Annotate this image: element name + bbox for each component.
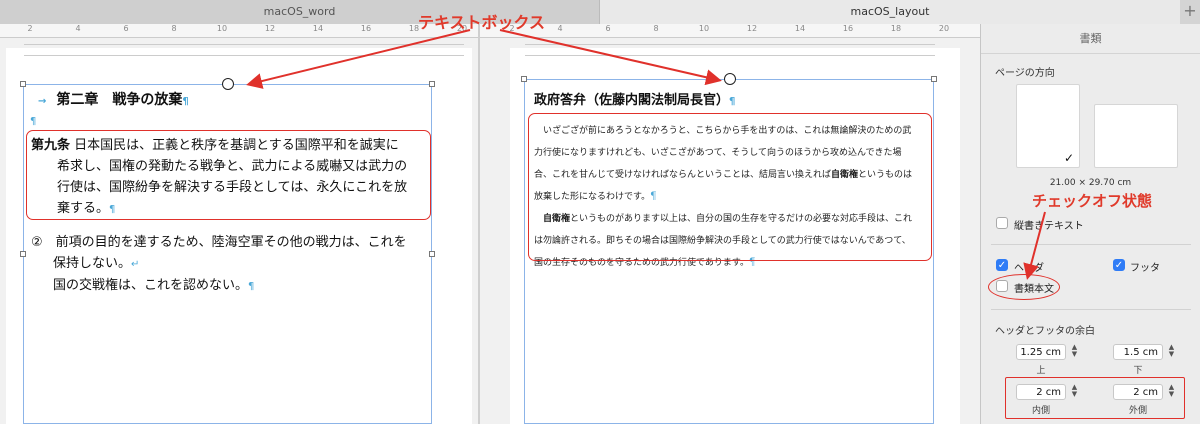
checkmark-icon: ✓ [1063, 151, 1074, 165]
vertical-text-checkbox[interactable] [996, 217, 1008, 229]
ruler-number: 2 [27, 24, 33, 33]
resize-handle[interactable] [429, 81, 435, 87]
highlight-article-9 [26, 130, 431, 220]
header-label: ヘッダ [1014, 263, 1044, 274]
rotation-handle[interactable] [724, 73, 736, 85]
line-break-mark: ↵ [131, 259, 140, 270]
stepper-arrows-icon[interactable]: ▲ ▼ [1070, 344, 1079, 360]
page-size-readout: 21.00 × 29.70 cm [1049, 178, 1132, 188]
ruler-number: 4 [557, 24, 563, 33]
ruler-number: 12 [264, 24, 276, 33]
add-tab-button[interactable]: + [1180, 0, 1200, 24]
orientation-label: ページの方向 [995, 68, 1055, 79]
horizontal-ruler[interactable]: 2 4 6 8 10 12 14 16 18 20 [480, 24, 980, 38]
highlight-inner-outer-margins [1005, 377, 1185, 419]
ruler-number: 10 [216, 24, 228, 33]
resize-handle[interactable] [20, 251, 26, 257]
paragraph-mark: ¶ [30, 116, 37, 127]
section-divider [991, 309, 1191, 310]
item-text-line: 国の交戦権は、これを認めない。 [53, 278, 249, 293]
horizontal-ruler[interactable]: 2 4 6 8 10 12 14 16 18 20 [0, 24, 478, 38]
portrait-orientation-button[interactable]: ✓ [1016, 84, 1080, 168]
tab-bar: macOS_word macOS_layout + [0, 0, 1200, 24]
paragraph-mark: ¶ [729, 96, 736, 107]
ruler-number: 14 [312, 24, 324, 33]
header-top-margin-field[interactable]: 1.25 cm [1016, 344, 1066, 360]
article-9-item-2: ② 前項の目的を達するため、陸海空軍その他の戦力は、これを 保持しない。↵ 国の… [31, 232, 427, 297]
item-text-line: ② 前項の目的を達するため、陸海空軍その他の戦力は、これを [31, 235, 407, 250]
ruler-number: 18 [890, 24, 902, 33]
header-band [525, 44, 935, 56]
title-text: 政府答弁（佐藤内閣法制局長官） [534, 93, 730, 108]
footer-label: フッタ [1130, 263, 1160, 274]
header-band [24, 44, 464, 56]
highlight-government-answer [528, 113, 932, 261]
highlight-document-body-checkbox [988, 274, 1060, 300]
resize-handle[interactable] [931, 76, 937, 82]
tab-macos-layout[interactable]: macOS_layout [600, 0, 1180, 24]
resize-handle[interactable] [521, 76, 527, 82]
tab-mark: → [38, 96, 47, 107]
app-window: macOS_word macOS_layout + 2 4 6 8 10 12 … [0, 0, 1200, 424]
ruler-number: 8 [653, 24, 659, 33]
ruler-number: 8 [171, 24, 177, 33]
paragraph-mark: ¶ [182, 96, 189, 107]
ruler-number: 6 [605, 24, 611, 33]
header-footer-margin-label: ヘッダとフッタの余白 [995, 326, 1095, 337]
ruler-number: 4 [75, 24, 81, 33]
vertical-text-label: 縦書きテキスト [1014, 221, 1084, 232]
ruler-number: 20 [938, 24, 950, 33]
inspector-title: 書類 [981, 24, 1200, 54]
top-caption: 上 [1036, 366, 1046, 376]
annotation-check-off: チェックオフ状態 [1032, 192, 1153, 210]
item-text-line: 保持しない。 [53, 256, 132, 271]
resize-handle[interactable] [429, 251, 435, 257]
annotation-textbox: テキストボックス [418, 13, 546, 32]
government-answer-title: 政府答弁（佐藤内閣法制局長官）¶ [534, 89, 735, 108]
ruler-number: 10 [698, 24, 710, 33]
resize-handle[interactable] [20, 81, 26, 87]
rotation-handle[interactable] [222, 78, 234, 90]
section-divider [991, 244, 1191, 245]
chapter-heading: → 第二章 戦争の放棄¶ [38, 89, 189, 109]
footer-bottom-margin-field[interactable]: 1.5 cm [1113, 344, 1163, 360]
ruler-number: 16 [842, 24, 854, 33]
paragraph-mark: ¶ [248, 281, 255, 292]
header-checkbox[interactable]: ✓ [996, 259, 1008, 271]
stepper-arrows-icon[interactable]: ▲ ▼ [1167, 344, 1176, 360]
ruler-number: 14 [794, 24, 806, 33]
footer-checkbox[interactable]: ✓ [1113, 259, 1125, 271]
landscape-orientation-button[interactable] [1094, 104, 1178, 168]
ruler-number: 16 [360, 24, 372, 33]
chapter-title: 第二章 戦争の放棄 [56, 92, 183, 108]
document-inspector: 書類 ページの方向 ✓ 21.00 × 29.70 cm 縦書きテキスト ✓ ヘ… [980, 24, 1200, 424]
ruler-number: 6 [123, 24, 129, 33]
ruler-number: 12 [746, 24, 758, 33]
bottom-caption: 下 [1133, 366, 1143, 376]
